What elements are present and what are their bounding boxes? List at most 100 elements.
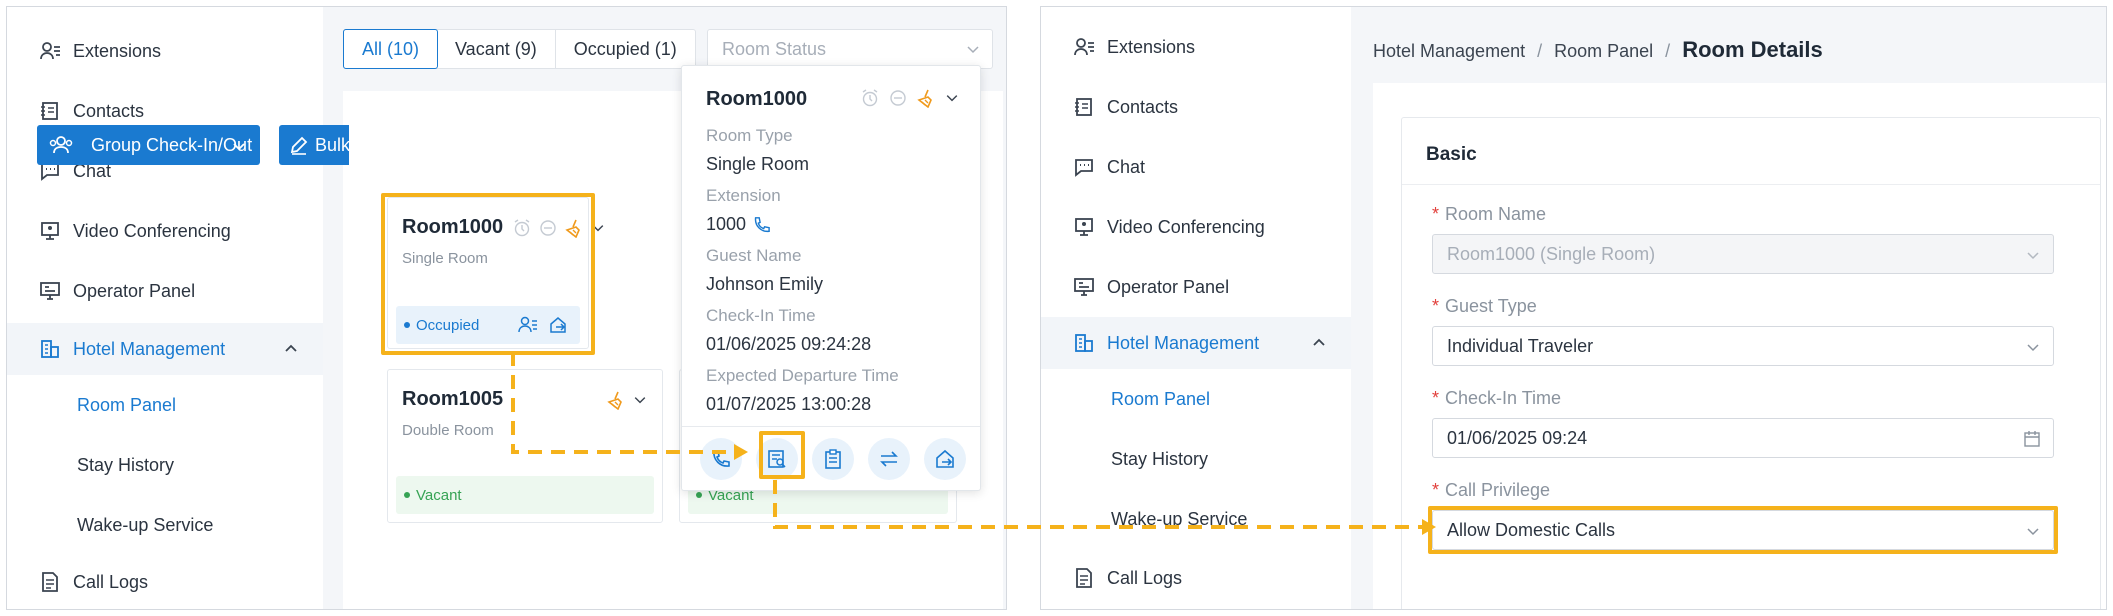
status-dot [696,492,702,498]
sidebar-item-hotel-management[interactable]: Hotel Management [1041,317,1351,369]
tab-occupied[interactable]: Occupied (1) [556,30,695,68]
building-icon [1075,334,1093,352]
sidebar-item-label: Operator Panel [1107,276,1230,297]
sidebar-item-chat[interactable]: Chat [1041,141,1351,193]
breadcrumb-separator: / [1537,41,1543,61]
group-users-icon [49,136,73,154]
monitor-icon [41,222,59,240]
sidebar-item-operator-panel[interactable]: Operator Panel [7,265,323,317]
breadcrumb-separator: / [1665,41,1671,61]
sidebar-item-label: Operator Panel [73,280,196,301]
call-privilege-highlight [1428,506,2058,554]
sidebar-item-video-conferencing[interactable]: Video Conferencing [1041,201,1351,253]
sidebar-item-call-logs[interactable]: Call Logs [7,556,323,608]
sidebar-item-label: Extensions [1107,36,1196,57]
basic-section: Basic * Room Name Room1000 (Single Room) … [1401,117,2101,609]
sidebar-item-label: Call Logs [1107,567,1183,588]
status-dot [404,492,410,498]
sidebar-item-stay-history[interactable]: Stay History [1041,433,1351,485]
sidebar-item-video-conferencing[interactable]: Video Conferencing [7,205,323,257]
room-name-label: * Room Name [1432,204,1547,224]
chevron-up-icon [1313,338,1325,346]
clipboard-icon [825,449,841,469]
room-details-screen: Extensions Contacts Chat Video Conferenc… [1040,6,2107,610]
sidebar-item-label: Hotel Management [73,338,226,359]
address-book-icon [1075,98,1092,116]
check-in-label: Check-In Time [706,306,816,325]
sidebar-item-label: Stay History [77,454,175,475]
monitor-icon [1075,218,1093,236]
room-name-value: Room1000 (Single Room) [1447,243,1656,264]
chevron-down-icon[interactable] [632,392,648,408]
departure-value: 01/07/2025 13:00:28 [706,394,872,414]
sidebar-item-stay-history[interactable]: Stay History [7,439,323,491]
check-in-time-picker[interactable]: 01/06/2025 09:24 [1432,418,2054,458]
bulk-edit-label: Bulk [315,134,351,155]
extension-value: 1000 [706,214,747,234]
sidebar-item-extensions[interactable]: Extensions [1041,21,1351,73]
breadcrumb-hotel-management[interactable]: Hotel Management [1373,41,1525,62]
room-name: Room1005 [402,388,504,410]
room-status-placeholder: Room Status [722,38,827,59]
chevron-down-icon [2027,252,2039,260]
sidebar-item-label: Hotel Management [1107,332,1260,353]
guest-name-value: Johnson Emily [706,274,824,294]
change-room-button[interactable] [868,438,910,480]
room-card-room1005[interactable]: Room1005 Double Room Vacant [387,369,663,523]
tab-all[interactable]: All (10) [343,29,439,69]
calendar-icon[interactable] [2023,430,2041,448]
breadcrumb: Hotel Management / Room Panel / Room Det… [1373,37,1823,63]
sidebar-item-extensions[interactable]: Extensions [7,25,323,77]
room-panel-screen: Extensions Contacts Chat Video Conferenc… [6,6,1007,610]
section-divider [1402,184,2100,185]
room-details-button-highlight [759,431,805,479]
guest-type-select[interactable]: Individual Traveler [1432,326,2054,366]
check-in-time-value: 01/06/2025 09:24 [1447,427,1588,448]
chevron-down-icon [967,46,979,54]
chevron-down-icon [233,143,245,151]
sidebar-item-wake-up-service[interactable]: Wake-up Service [7,499,323,551]
status-tabs: All (10) Vacant (9) Occupied (1) [343,29,696,69]
cleaning-broom-icon [917,89,932,108]
sidebar-item-contacts[interactable]: Contacts [1041,81,1351,133]
sidebar-item-wake-up-service[interactable]: Wake-up Service [1041,493,1351,545]
sidebar-item-label: Extensions [73,40,162,61]
room-type-label: Room Type [706,126,793,145]
departure-label: Expected Departure Time [706,366,899,385]
records-button[interactable] [812,438,854,480]
check-out-button[interactable] [924,438,966,480]
address-book-icon [41,102,58,120]
room-status-select[interactable]: Room Status [707,29,993,69]
sidebar-item-call-logs[interactable]: Call Logs [1041,552,1351,604]
sidebar-item-room-panel[interactable]: Room Panel [1041,373,1351,425]
sidebar-item-label: Wake-up Service [1111,508,1248,529]
sidebar-item-label: Wake-up Service [77,514,214,535]
check-out-icon [936,449,954,468]
group-check-in-out-button[interactable]: Group Check-In/Out [37,125,260,165]
bulk-edit-button[interactable]: Bulk [279,125,351,165]
room-card-icons [606,390,648,410]
breadcrumb-room-panel[interactable]: Room Panel [1554,41,1653,62]
tab-vacant[interactable]: Vacant (9) [437,30,556,68]
check-in-time-label: * Check-In Time [1432,388,1562,408]
contact-list-icon [40,42,60,60]
sidebar-item-label: Room Panel [1111,388,1211,409]
chevron-up-icon [285,344,297,352]
sidebar-item-hotel-management[interactable]: Hotel Management [7,323,323,375]
chat-bubble-icon [1075,159,1093,177]
popover-divider [682,426,980,427]
popover-title: Room1000 [706,88,808,110]
room-type: Double Room [402,422,494,439]
console-icon [40,282,60,300]
console-icon [1074,278,1094,296]
call-button[interactable] [700,438,742,480]
sidebar: Extensions Contacts Chat Video Conferenc… [1041,7,1351,609]
group-check-in-out-label: Group Check-In/Out [91,134,253,155]
room-name-select: Room1000 (Single Room) [1432,234,2054,274]
sidebar-item-operator-panel[interactable]: Operator Panel [1041,261,1351,313]
chevron-down-icon[interactable] [944,90,960,106]
status-badge: Vacant [396,476,654,514]
phone-icon[interactable] [752,216,770,234]
cleaning-broom-icon [607,391,622,410]
sidebar-item-room-panel[interactable]: Room Panel [7,379,323,431]
